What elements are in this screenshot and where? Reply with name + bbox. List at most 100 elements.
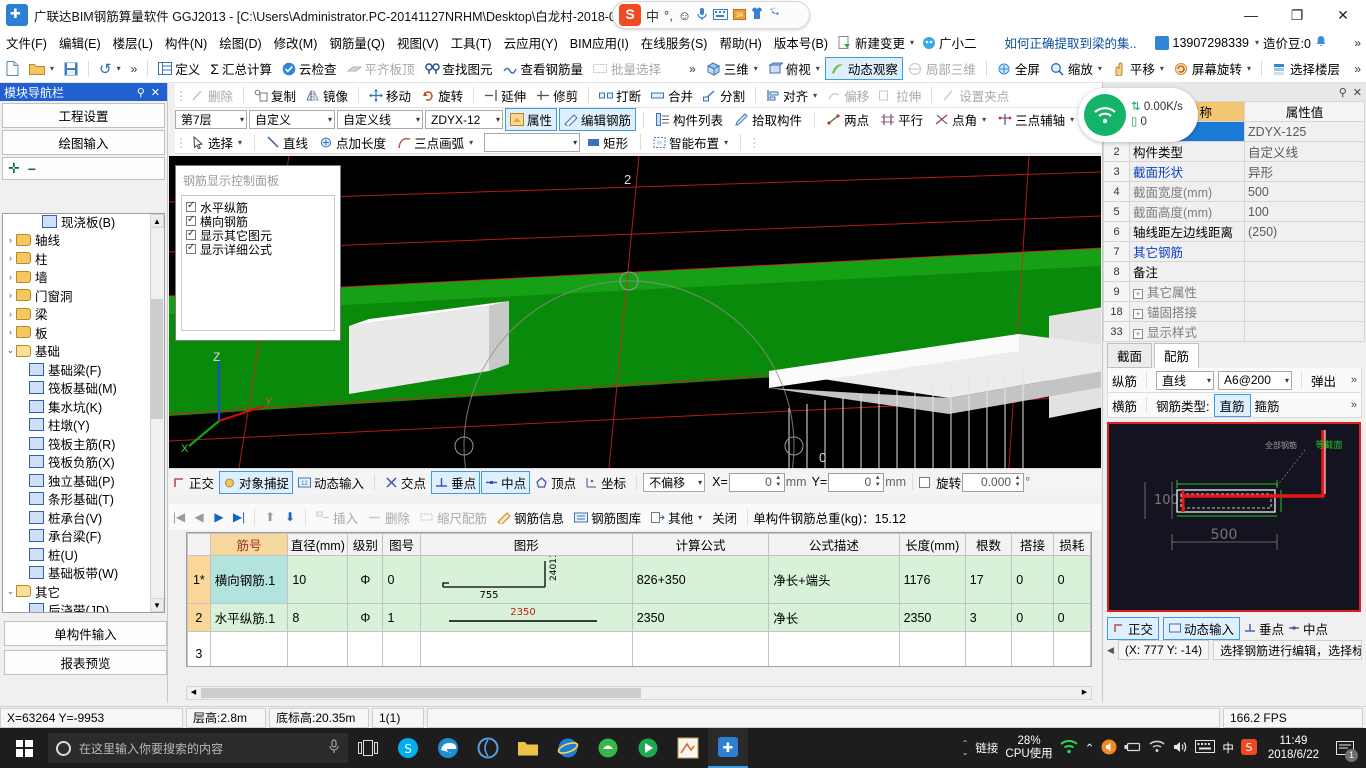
taskbar-search-box[interactable]: 在这里输入你要搜索的内容	[48, 733, 348, 763]
longitudinal-shape-select[interactable]: 直线 ▾	[1156, 370, 1215, 390]
snap-intersection[interactable]: 交点	[381, 471, 430, 494]
break-button[interactable]: 打断	[594, 84, 646, 107]
tray-sogou-icon[interactable]: S	[1240, 738, 1257, 758]
chevron-right-icon[interactable]: ›	[5, 235, 16, 245]
cell-lap[interactable]: 0	[1011, 603, 1054, 632]
chevron-down-icon[interactable]: ▾	[235, 115, 244, 124]
cell-count[interactable]: 17	[964, 555, 1013, 604]
expand-more-icon[interactable]: »	[1351, 374, 1357, 386]
chevron-right-icon[interactable]: ›	[5, 327, 16, 337]
th-length[interactable]: 长度(mm)	[898, 533, 966, 556]
property-value[interactable]	[1244, 261, 1365, 282]
cell-rebar-no[interactable]: 横向钢筋.1	[209, 555, 289, 604]
longitudinal-spec-select[interactable]: A6@200 ▾	[1218, 370, 1293, 390]
cell-grade[interactable]: Φ	[347, 555, 384, 604]
pin-icon[interactable]: ⚲	[134, 86, 148, 99]
copy-button[interactable]: 复制	[249, 84, 301, 107]
pan-button[interactable]: 平移 ▾	[1107, 57, 1169, 80]
taskbar-app-qq[interactable]	[588, 728, 628, 768]
spinner-icon[interactable]: ▲ ▼	[774, 475, 783, 490]
cell-diameter[interactable]: 10	[287, 555, 349, 604]
cell-grade[interactable]	[347, 631, 384, 666]
nav-last-button[interactable]: ▶|	[229, 510, 249, 524]
menu-overflow-icon[interactable]: »	[1349, 36, 1366, 50]
3d-viewport[interactable]: 2 0 Z X Y 钢筋显示控制面板 水平纵筋 横向钢筋 显示其它图元	[169, 156, 1101, 468]
y-offset-input[interactable]: 0 ▲ ▼	[828, 472, 885, 492]
property-row-section-width[interactable]: 4 截面宽度(mm) 500	[1103, 181, 1365, 202]
tip-link[interactable]: 如何正确提取到梁的集..	[1005, 33, 1137, 52]
scroll-left-icon[interactable]: ◀	[1107, 645, 1114, 656]
menu-item-bim[interactable]: BIM应用(I)	[564, 30, 635, 55]
new-change-button[interactable]: 新建变更 ▾	[834, 31, 918, 54]
tree-item[interactable]: › 板	[3, 323, 150, 342]
rebar-type-stirrup[interactable]: 箍筋	[1255, 396, 1280, 415]
account-area[interactable]: 13907298339 ▾ 造价豆:0	[1154, 33, 1327, 52]
cell-lap[interactable]: 0	[1011, 555, 1054, 604]
chevron-down-icon[interactable]: ▾	[323, 115, 332, 124]
chevron-down-icon[interactable]: ▾	[50, 64, 54, 73]
tree-item[interactable]: › 柱	[3, 249, 150, 268]
move-up-button[interactable]: ⬆	[260, 510, 280, 524]
chevron-down-icon[interactable]: ▾	[982, 115, 986, 124]
menu-item-modify[interactable]: 修改(M)	[268, 30, 324, 55]
ime-emoji-icon[interactable]: ☺	[678, 8, 691, 23]
toolbar-overflow-icon[interactable]: »	[126, 62, 143, 76]
sidebar-item-report-preview[interactable]: 报表预览	[4, 650, 167, 675]
menu-item-component[interactable]: 构件(N)	[159, 30, 213, 55]
table-row[interactable]: 2 水平纵筋.1 8 Φ 1 2350 2350 净长 2350 3 0 0	[187, 603, 1091, 632]
snap-midpoint[interactable]: 中点	[481, 470, 531, 494]
table-row[interactable]: 1* 横向钢筋.1 10 Φ 0 240110 755 826+350 净长+端…	[187, 546, 1091, 604]
chevron-down-icon[interactable]: ▾	[1070, 115, 1074, 124]
select-tool-button[interactable]: 选择 ▾	[188, 131, 247, 154]
two-point-axis-button[interactable]: 两点	[822, 108, 874, 131]
tree-item[interactable]: 集水坑(K)	[3, 397, 150, 416]
cell-loss[interactable]: 0	[1052, 603, 1091, 632]
chevron-down-icon[interactable]: ▾	[698, 513, 702, 522]
cell-count[interactable]	[964, 631, 1013, 666]
cell-shape[interactable]	[419, 631, 633, 666]
new-document-button[interactable]	[0, 59, 24, 78]
th-rebar-no[interactable]: 筋号	[209, 533, 289, 556]
zoom-button[interactable]: 缩放 ▾	[1045, 57, 1107, 80]
cell-formula[interactable]: 826+350	[631, 555, 770, 604]
tree-item[interactable]: 现浇板(B)	[3, 214, 150, 231]
property-row-other-rebar[interactable]: 7 其它钢筋	[1103, 241, 1365, 262]
taskbar-app-edge[interactable]	[428, 728, 468, 768]
cell-figure-no[interactable]	[382, 631, 421, 666]
toolbar-overflow2-icon[interactable]: »	[684, 62, 701, 76]
grid-horizontal-scrollbar[interactable]: ◀ ▶	[186, 686, 1092, 700]
ime-punct-icon[interactable]: °,	[664, 8, 673, 23]
spinner-icon[interactable]: ▲ ▼	[1013, 475, 1022, 490]
snap-perpendicular[interactable]: 垂点	[431, 470, 481, 494]
chevron-down-icon[interactable]: ▾	[411, 115, 420, 124]
cell-formula[interactable]	[631, 631, 770, 666]
view-rebar-qty-button[interactable]: 查看钢筋量	[498, 57, 589, 80]
component-select[interactable]: ZDYX-12 ▾	[425, 110, 503, 129]
menu-item-help[interactable]: 帮助(H)	[713, 30, 767, 55]
tray-network-icon[interactable]	[1149, 740, 1165, 756]
snap-coordinate[interactable]: 坐标	[581, 471, 630, 494]
popup-button[interactable]: 弹出	[1311, 371, 1336, 390]
cell-shape[interactable]: 240110 755	[419, 546, 633, 604]
cell-formula[interactable]: 2350	[631, 603, 770, 632]
property-group-anchorage-lap[interactable]: 18 + 锚固搭接	[1103, 301, 1365, 322]
scroll-up-icon[interactable]: ▲	[150, 214, 164, 228]
tree-item[interactable]: 独立基础(P)	[3, 471, 150, 490]
component-tree[interactable]: 现浇板(B) › 轴线 › 柱 › 墙 › 门窗洞 › 梁 › 板 ⌄ 基础 基础梁(F) 筏板基础(M) 集水坑…	[2, 213, 165, 613]
mirror-button[interactable]: 镜像	[301, 84, 353, 107]
notification-center-button[interactable]: 1	[1330, 728, 1360, 768]
tab-rebar[interactable]: 配筋	[1154, 343, 1200, 368]
draw-mode-select[interactable]: ▾	[484, 132, 581, 152]
nav-first-button[interactable]: |◀	[169, 510, 189, 524]
menu-item-cloud[interactable]: 云应用(Y)	[498, 30, 564, 55]
extend-button[interactable]: 延伸	[479, 84, 531, 107]
fullscreen-button[interactable]: 全屏	[992, 57, 1045, 80]
tree-item[interactable]: › 墙	[3, 268, 150, 287]
th-diameter[interactable]: 直径(mm)	[287, 533, 349, 556]
screen-rotate-button[interactable]: 屏幕旋转 ▾	[1169, 57, 1256, 80]
cell-length[interactable]: 2350	[898, 603, 966, 632]
chevron-down-icon[interactable]: ▾	[1160, 64, 1164, 73]
rectangle-tool-button[interactable]: 矩形	[582, 131, 633, 154]
chevron-down-icon[interactable]: ▾	[910, 38, 914, 47]
tab-section[interactable]: 截面	[1107, 343, 1153, 368]
